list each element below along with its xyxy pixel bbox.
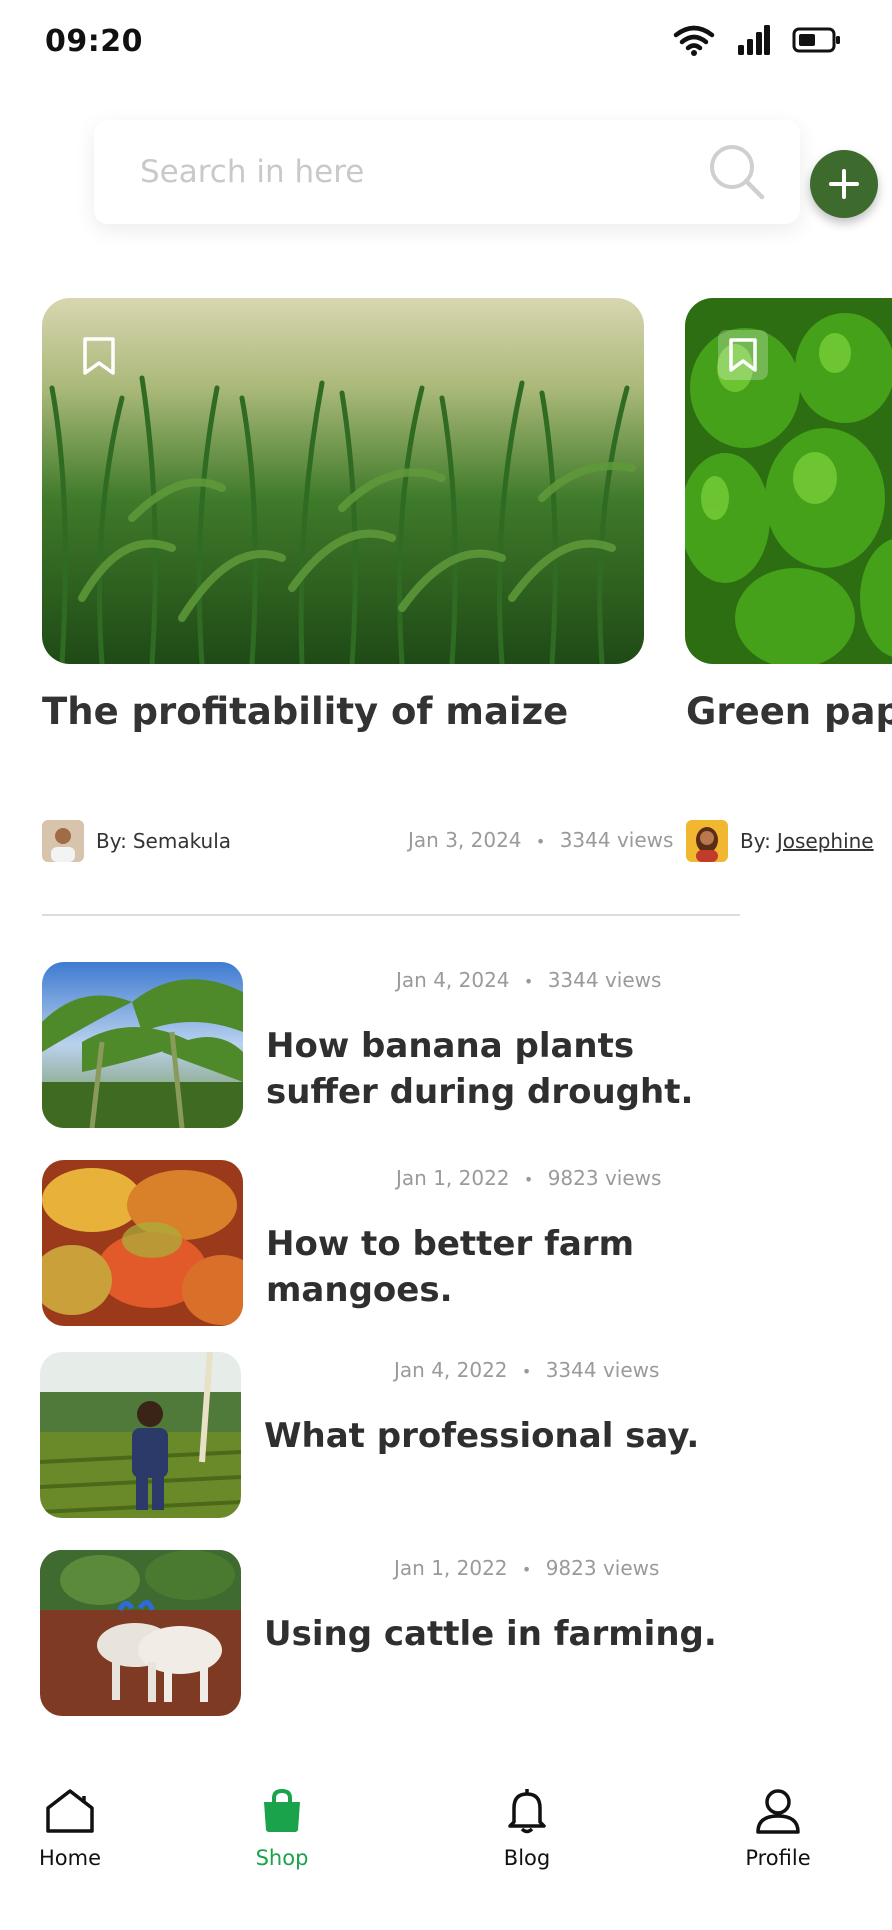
view-count: 3344 views: [547, 968, 662, 992]
search-icon[interactable]: [708, 143, 766, 201]
status-time: 09:20: [45, 24, 143, 59]
nav-blog[interactable]: Blog: [487, 1788, 567, 1870]
view-count: 9823 views: [545, 1556, 660, 1580]
featured-meta: Jan 3, 2024 • 3344 views: [408, 828, 674, 852]
article-thumbnail-banana[interactable]: [42, 962, 243, 1128]
article-title[interactable]: How banana plants suffer during drought.: [266, 1023, 746, 1115]
featured-image-maize[interactable]: [42, 298, 644, 664]
featured-title[interactable]: Green pape: [686, 690, 892, 733]
wifi-icon: [673, 25, 715, 56]
article-meta: Jan 1, 2022 • 9823 views: [394, 1556, 660, 1580]
nav-home[interactable]: Home: [30, 1788, 110, 1870]
article-title[interactable]: Using cattle in farming.: [264, 1611, 764, 1657]
author-name[interactable]: Semakula: [133, 829, 231, 853]
article-meta: Jan 4, 2022 • 3344 views: [394, 1358, 660, 1382]
author-name[interactable]: Josephine: [777, 829, 874, 853]
divider: [42, 914, 740, 916]
article-title[interactable]: What professional say.: [264, 1413, 744, 1459]
post-date: Jan 4, 2022: [394, 1358, 508, 1382]
search-bar[interactable]: Search in here: [94, 120, 800, 224]
author-prefix: By:: [96, 829, 127, 853]
bookmark-icon: [729, 338, 757, 372]
post-date: Jan 4, 2024: [396, 968, 510, 992]
cellular-signal-icon: [738, 25, 770, 55]
article-thumbnail-professional[interactable]: [40, 1352, 241, 1518]
article-meta: Jan 1, 2022 • 9823 views: [396, 1166, 662, 1190]
nav-label: Shop: [255, 1846, 309, 1870]
profile-icon: [756, 1789, 800, 1834]
article-title[interactable]: How to better farm mangoes.: [266, 1221, 686, 1313]
nav-label: Blog: [503, 1846, 551, 1870]
post-date: Jan 1, 2022: [396, 1166, 510, 1190]
avatar: [42, 820, 84, 862]
add-button[interactable]: [810, 150, 878, 218]
article-thumbnail-cattle[interactable]: [40, 1550, 241, 1716]
view-count: 3344 views: [559, 828, 674, 852]
bookmark-button[interactable]: [718, 330, 768, 380]
author-prefix: By:: [740, 829, 771, 853]
battery-icon: [792, 27, 840, 53]
plus-icon: [829, 169, 859, 199]
shopping-bag-icon: [264, 1788, 300, 1832]
post-date: Jan 3, 2024: [408, 828, 522, 852]
home-icon: [46, 1789, 94, 1833]
featured-title[interactable]: The profitability of maize: [42, 690, 568, 733]
view-count: 9823 views: [547, 1166, 662, 1190]
article-thumbnail-mangoes[interactable]: [42, 1160, 243, 1326]
author-row: By: Josephine: [686, 820, 874, 862]
status-icons: [672, 24, 842, 56]
nav-profile[interactable]: Profile: [738, 1788, 818, 1870]
post-date: Jan 1, 2022: [394, 1556, 508, 1580]
nav-label: Home: [38, 1846, 101, 1870]
avatar: [686, 820, 728, 862]
bookmark-icon[interactable]: [82, 336, 116, 376]
nav-shop[interactable]: Shop: [242, 1788, 322, 1870]
author-row: By: Semakula: [42, 820, 231, 862]
bell-icon: [508, 1789, 546, 1834]
article-meta: Jan 4, 2024 • 3344 views: [396, 968, 662, 992]
view-count: 3344 views: [545, 1358, 660, 1382]
nav-label: Profile: [745, 1846, 811, 1870]
search-input[interactable]: Search in here: [140, 154, 364, 190]
featured-image-peppers[interactable]: [685, 298, 892, 664]
